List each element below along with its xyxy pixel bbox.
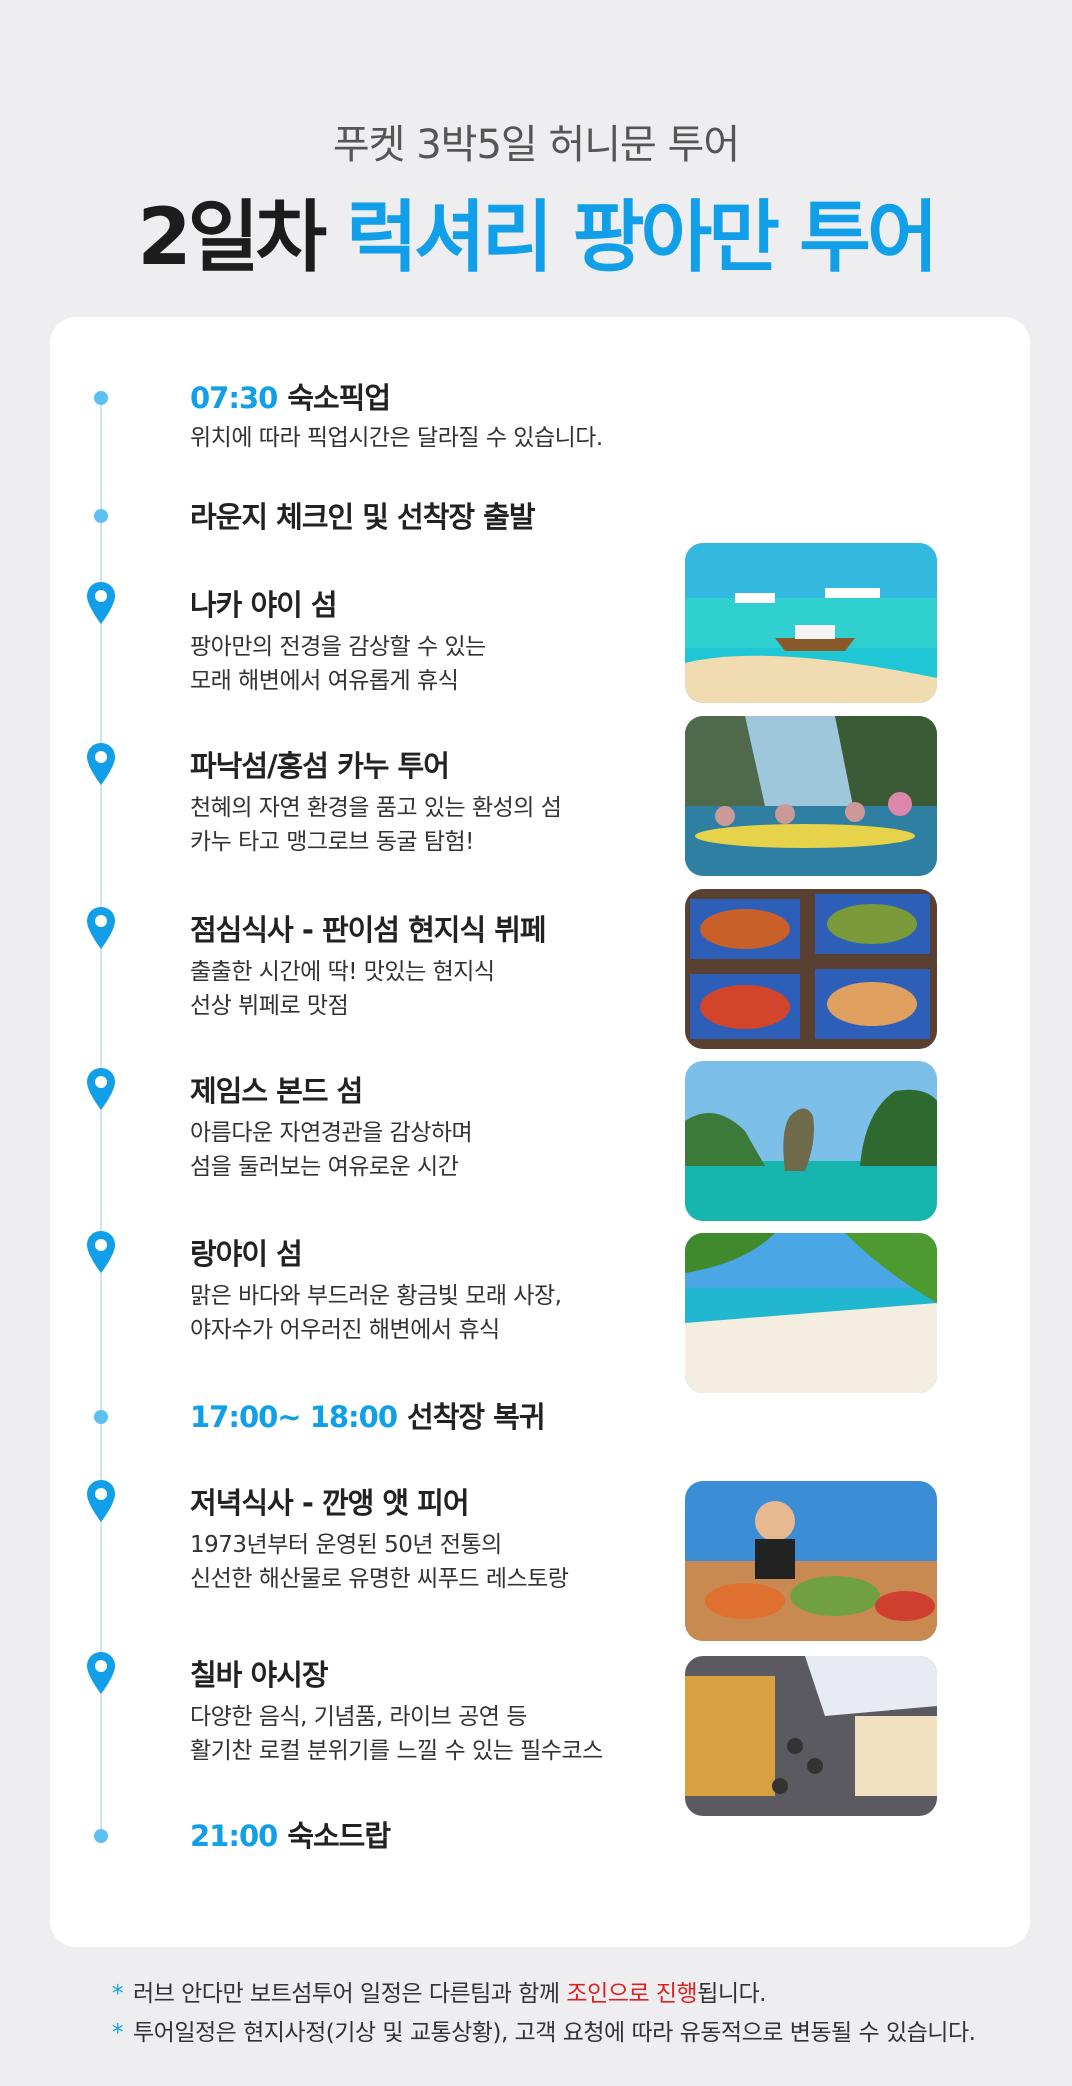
- schedule-desc: 팡아만의 전경을 감상할 수 있는: [190, 634, 486, 660]
- timeline-dot: [94, 1410, 108, 1424]
- schedule-desc: 신선한 해산물로 유명한 씨푸드 레스토랑: [190, 1566, 569, 1592]
- schedule-item-title: 제임스 본드 섬: [190, 1074, 363, 1108]
- location-pin-icon: [87, 1480, 115, 1522]
- page-title: 2일차 럭셔리 팡아만 투어: [0, 175, 1072, 287]
- schedule-title-text: 숙소픽업: [287, 381, 391, 415]
- schedule-desc: 섬을 둘러보는 여유로운 시간: [190, 1154, 459, 1180]
- footnote-text: 투어일정은 현지사정(기상 및 교통상황), 고객 요청에 따라 유동적으로 변…: [133, 2020, 976, 2046]
- schedule-desc: 다양한 음식, 기념품, 라이브 공연 등: [190, 1704, 527, 1730]
- footnote-star: *: [112, 1981, 124, 2007]
- schedule-desc: 천혜의 자연 환경을 품고 있는 환성의 섬: [190, 795, 562, 821]
- schedule-time: 17:00~ 18:00: [190, 1400, 398, 1434]
- schedule-desc: 야자수가 어우러진 해변에서 휴식: [190, 1317, 500, 1343]
- location-pin-icon: [87, 1068, 115, 1110]
- schedule-desc: 선상 뷔페로 맛점: [190, 993, 349, 1019]
- footnote: * 러브 안다만 보트섬투어 일정은 다른팀과 함께 조인으로 진행됩니다.: [112, 1975, 975, 2014]
- schedule-item-title: 나카 야이 섬: [190, 588, 338, 622]
- location-pin-icon: [87, 1652, 115, 1694]
- schedule-title-text: 선착장 복귀: [407, 1400, 545, 1434]
- schedule-item-title: 21:00 숙소드랍: [190, 1813, 391, 1855]
- location-pin-icon: [87, 582, 115, 624]
- schedule-desc: 활기찬 로컬 분위기를 느낄 수 있는 필수코스: [190, 1738, 603, 1764]
- night-market-photo: [685, 1656, 937, 1816]
- schedule-desc: 출출한 시간에 딱! 맛있는 현지식: [190, 959, 495, 985]
- location-pin-icon: [87, 743, 115, 785]
- page-subtitle: 푸켓 3박5일 허니문 투어: [332, 122, 740, 168]
- schedule-desc: 맑은 바다와 부드러운 황금빛 모래 사장,: [190, 1283, 562, 1309]
- footnotes: * 러브 안다만 보트섬투어 일정은 다른팀과 함께 조인으로 진행됩니다. * 투…: [112, 1975, 976, 2053]
- schedule-time: 07:30: [190, 381, 278, 415]
- footnote-text: 됩니다.: [697, 1981, 766, 2007]
- timeline-dot: [94, 509, 108, 523]
- schedule-item-title: 07:30 숙소픽업: [190, 375, 391, 417]
- title-day: 2일차: [137, 193, 327, 283]
- footnote-star: *: [112, 2020, 124, 2046]
- timeline-dot: [94, 1829, 108, 1843]
- footnote-text: 러브 안다만 보트섬투어 일정은 다른팀과 함께: [133, 1981, 567, 2007]
- schedule-item-title: 칠바 야시장: [190, 1658, 328, 1692]
- seafood-dinner-photo: [685, 1481, 937, 1641]
- schedule-desc: 위치에 따라 픽업시간은 달라질 수 있습니다.: [190, 425, 603, 451]
- schedule-item-title: 저녁식사 - 깐앵 앳 피어: [190, 1486, 470, 1520]
- schedule-desc: 카누 타고 맹그로브 동굴 탐험!: [190, 829, 474, 855]
- schedule-item-title: 17:00~ 18:00 선착장 복귀: [190, 1394, 546, 1436]
- schedule-title-text: 숙소드랍: [287, 1819, 391, 1853]
- schedule-time: 21:00: [190, 1819, 278, 1853]
- james-bond-island-photo: [685, 1061, 937, 1221]
- footnote-highlight: 조인으로 진행: [566, 1981, 698, 2007]
- schedule-item-title: 랑야이 섬: [190, 1237, 303, 1271]
- timeline-dot: [94, 391, 108, 405]
- canoe-photo: [685, 716, 937, 876]
- title-main: 럭셔리 팡아만 투어: [346, 193, 938, 283]
- schedule-desc: 모래 해변에서 여유롭게 휴식: [190, 668, 459, 694]
- location-pin-icon: [87, 907, 115, 949]
- tropical-beach-photo: [685, 1233, 937, 1393]
- schedule-desc: 아름다운 자연경관을 감상하며: [190, 1120, 473, 1146]
- buffet-photo: [685, 889, 937, 1049]
- schedule-desc: 1973년부터 운영된 50년 전통의: [190, 1532, 502, 1558]
- schedule-item-title: 파낙섬/홍섬 카누 투어: [190, 749, 450, 783]
- footnote: * 투어일정은 현지사정(기상 및 교통상황), 고객 요청에 따라 유동적으로 …: [112, 2014, 976, 2053]
- location-pin-icon: [87, 1231, 115, 1273]
- beach-boats-photo: [685, 543, 937, 703]
- schedule-item-title: 라운지 체크인 및 선착장 출발: [190, 500, 536, 534]
- schedule-item-title: 점심식사 - 판이섬 현지식 뷔페: [190, 913, 547, 947]
